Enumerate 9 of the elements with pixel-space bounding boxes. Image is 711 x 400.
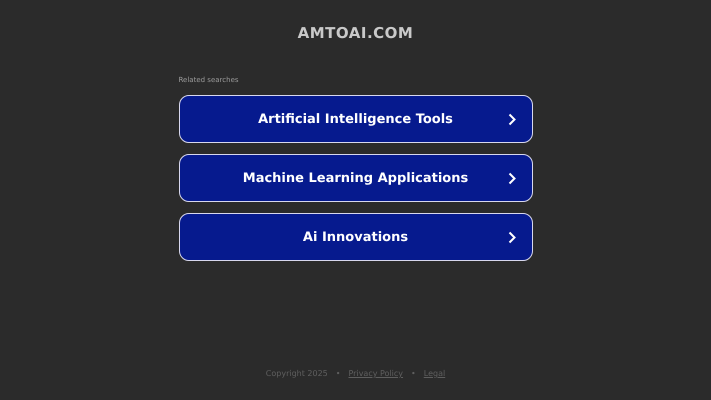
search-link-button[interactable]: Ai Innovations: [178, 213, 532, 261]
chevron-right-icon: [508, 172, 516, 185]
chevron-right-icon: [508, 231, 516, 244]
chevron-right-icon: [508, 113, 516, 126]
search-link-button[interactable]: Machine Learning Applications: [178, 154, 532, 202]
separator-dot: •: [411, 369, 416, 378]
separator-dot: •: [336, 369, 340, 378]
site-title: AMTOAI.COM: [298, 24, 414, 42]
search-link-button[interactable]: Artificial Intelligence Tools: [178, 95, 532, 143]
